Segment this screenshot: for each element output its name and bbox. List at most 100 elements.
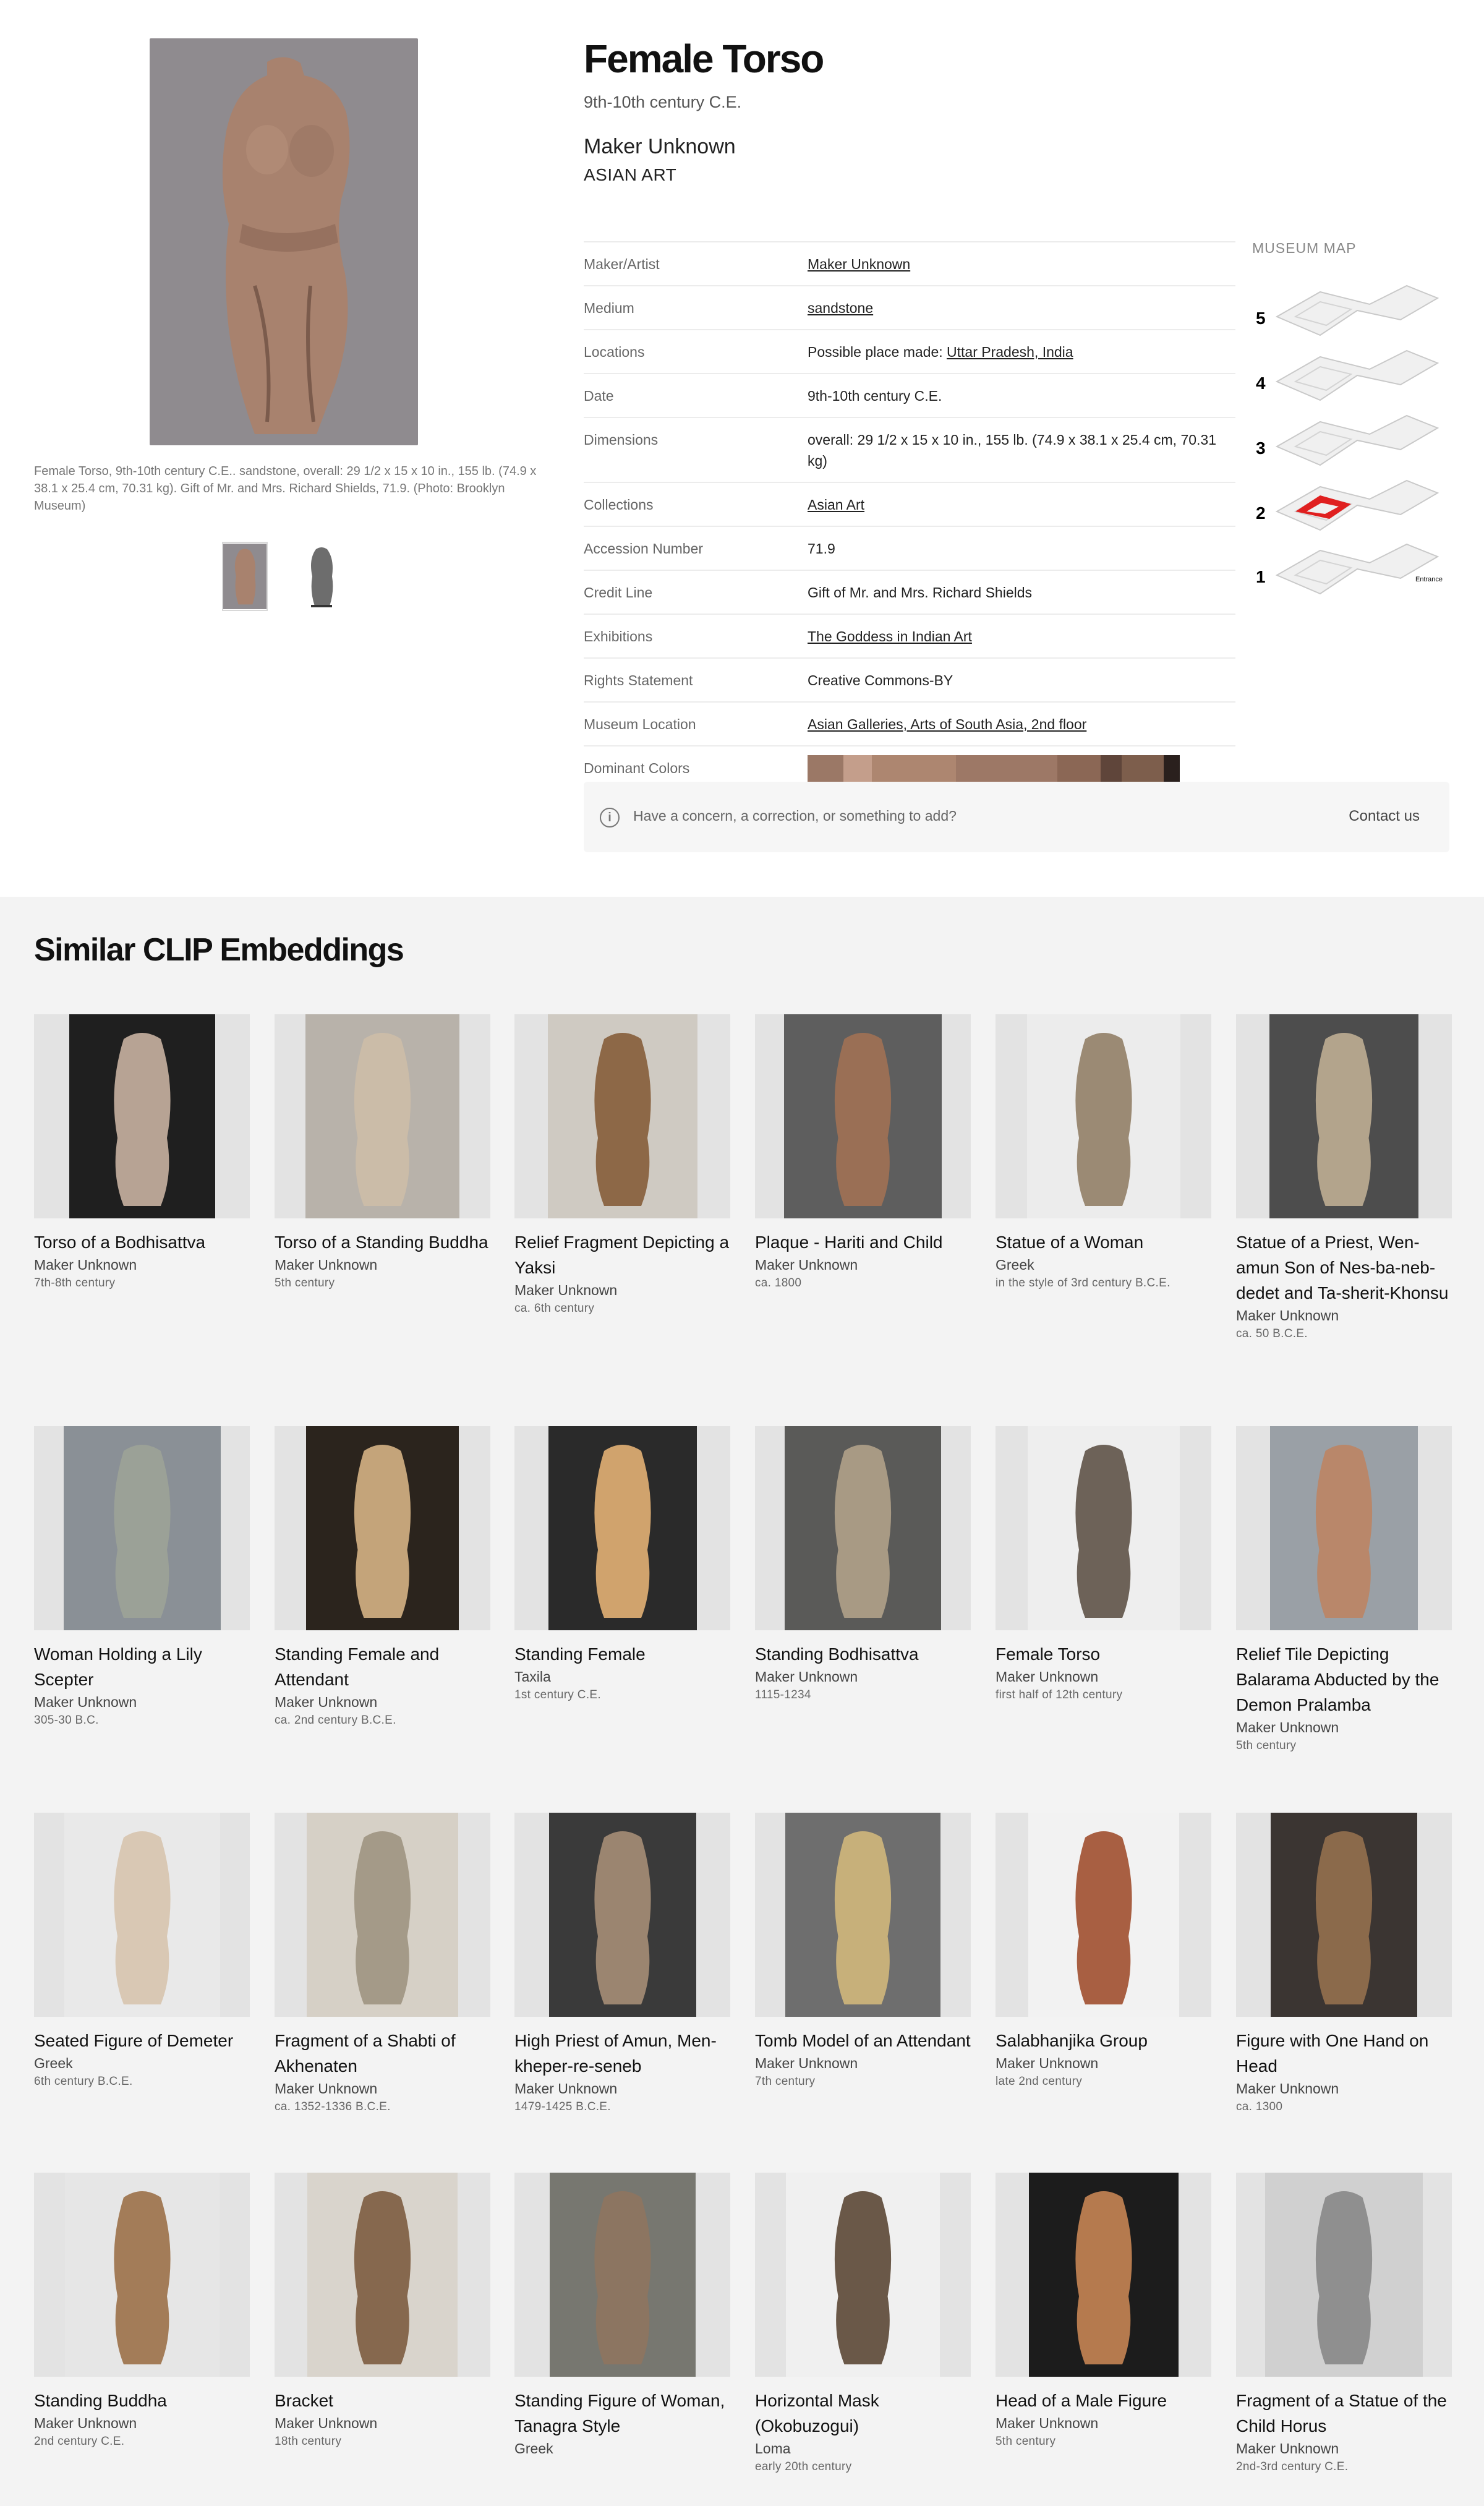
artwork-thumbnail[interactable] [1236,1014,1452,1218]
contact-us-link[interactable]: Contact us [1349,808,1420,825]
card-title[interactable]: Bracket [275,2388,490,2413]
artwork-thumbnail[interactable] [1236,2173,1452,2377]
artwork-thumbnail[interactable] [755,2173,971,2377]
artwork-thumbnail[interactable] [755,1813,971,2017]
artwork-thumbnail[interactable] [514,2173,730,2377]
similar-artwork-card[interactable]: Statue of a Priest, Wen-amun Son of Nes-… [1236,1014,1452,1342]
card-title[interactable]: Woman Holding a Lily Scepter [34,1641,250,1692]
similar-artwork-card[interactable]: Relief Fragment Depicting a Yaksi Maker U… [514,1014,730,1317]
similar-artwork-card[interactable]: Fragment of a Statue of the Child Horus M… [1236,2173,1452,2475]
artwork-thumbnail[interactable] [514,1014,730,1218]
similar-artwork-card[interactable]: Relief Tile Depicting Balarama Abducted … [1236,1426,1452,1754]
similar-artwork-card[interactable]: Salabhanjika Group Maker Unknown late 2nd … [996,1813,1211,2090]
card-title[interactable]: Female Torso [996,1641,1211,1667]
card-title[interactable]: Seated Figure of Demeter [34,2028,250,2053]
card-title[interactable]: Fragment of a Shabti of Akhenaten [275,2028,490,2079]
collection-link[interactable]: Asian Art [808,497,864,513]
rights-value: Creative Commons-BY [808,672,953,688]
artwork-thumbnail[interactable] [755,1426,971,1630]
card-title[interactable]: Horizontal Mask (Okobuzogui) [755,2388,971,2439]
card-title[interactable]: Standing Buddha [34,2388,250,2413]
detail-row-date: Date 9th-10th century C.E. [584,373,1235,417]
card-title[interactable]: Torso of a Standing Buddha [275,1229,490,1255]
museum-location-link[interactable]: Asian Galleries, Arts of South Asia, 2nd… [808,716,1086,732]
artwork-thumbnail[interactable] [996,1813,1211,2017]
card-title[interactable]: Tomb Model of an Attendant [755,2028,971,2053]
similar-artwork-card[interactable]: Woman Holding a Lily Scepter Maker Unknow… [34,1426,250,1729]
artwork-main-image[interactable] [150,38,418,445]
similar-artwork-card[interactable]: Fragment of a Shabti of Akhenaten Maker U… [275,1813,490,2115]
artwork-department: ASIAN ART [584,165,677,184]
artwork-thumbnail[interactable] [275,1426,490,1630]
card-title[interactable]: Fragment of a Statue of the Child Horus [1236,2388,1452,2439]
card-title[interactable]: High Priest of Amun, Men-kheper-re-seneb [514,2028,730,2079]
floor-5[interactable]: 5 [1256,284,1439,336]
similar-artwork-card[interactable]: Standing Buddha Maker Unknown 2nd century … [34,2173,250,2450]
card-title[interactable]: Figure with One Hand on Head [1236,2028,1452,2079]
thumbnail-color[interactable] [222,542,268,611]
card-title[interactable]: Standing Female [514,1641,730,1667]
artwork-thumbnail[interactable] [275,2173,490,2377]
floor-number: 2 [1256,503,1266,523]
artwork-thumbnail[interactable] [1236,1813,1452,2017]
artwork-image [307,2173,458,2377]
artwork-thumbnail[interactable] [514,1813,730,2017]
card-title[interactable]: Plaque - Hariti and Child [755,1229,971,1255]
similar-artwork-card[interactable]: Torso of a Bodhisattva Maker Unknown 7th-8… [34,1014,250,1291]
card-title[interactable]: Relief Tile Depicting Balarama Abducted … [1236,1641,1452,1717]
similar-artwork-card[interactable]: Horizontal Mask (Okobuzogui) Loma early 20… [755,2173,971,2475]
artwork-thumbnail[interactable] [996,1014,1211,1218]
artwork-thumbnail[interactable] [34,1426,250,1630]
similar-artwork-card[interactable]: Tomb Model of an Attendant Maker Unknown 7… [755,1813,971,2090]
artwork-thumbnail[interactable] [1236,1426,1452,1630]
artwork-thumbnail[interactable] [34,1813,250,2017]
card-title[interactable]: Standing Figure of Woman, Tanagra Style [514,2388,730,2439]
floor-2[interactable]: 2 [1256,479,1439,531]
similar-artwork-card[interactable]: Female Torso Maker Unknown first half of 1… [996,1426,1211,1703]
similar-artwork-card[interactable]: Head of a Male Figure Maker Unknown 5th ce… [996,2173,1211,2450]
card-title[interactable]: Head of a Male Figure [996,2388,1211,2413]
detail-label: Maker/Artist [584,256,660,272]
card-title[interactable]: Standing Female and Attendant [275,1641,490,1692]
artwork-thumbnail[interactable] [275,1813,490,2017]
artwork-thumbnail[interactable] [34,1014,250,1218]
floor-1[interactable]: 1 Entrance [1256,543,1443,595]
card-title[interactable]: Relief Fragment Depicting a Yaksi [514,1229,730,1280]
detail-label: Accession Number [584,541,704,557]
artwork-thumbnail[interactable] [755,1014,971,1218]
card-title[interactable]: Statue of a Woman [996,1229,1211,1255]
similar-artwork-card[interactable]: Standing Bodhisattva Maker Unknown 1115-12… [755,1426,971,1703]
thumbnail-grayscale[interactable] [299,542,344,611]
maker-link[interactable]: Maker Unknown [808,256,910,272]
medium-link[interactable]: sandstone [808,300,873,316]
location-link[interactable]: Uttar Pradesh, India [947,344,1073,360]
similar-artwork-card[interactable]: Bracket Maker Unknown 18th century [275,2173,490,2450]
similar-artwork-card[interactable]: Torso of a Standing Buddha Maker Unknown 5… [275,1014,490,1291]
artwork-image [69,1014,215,1218]
similar-artwork-card[interactable]: Standing Figure of Woman, Tanagra Style G… [514,2173,730,2458]
card-maker: Loma [755,2440,791,2457]
similar-artwork-card[interactable]: Standing Female and Attendant Maker Unkno… [275,1426,490,1729]
similar-artwork-card[interactable]: Statue of a Woman Greek in the style of 3r… [996,1014,1211,1291]
artwork-thumbnail[interactable] [514,1426,730,1630]
card-title[interactable]: Standing Bodhisattva [755,1641,971,1667]
floor-4[interactable]: 4 [1256,349,1439,401]
artwork-thumbnail[interactable] [275,1014,490,1218]
similar-artwork-card[interactable]: Figure with One Hand on Head Maker Unknow… [1236,1813,1452,2115]
similar-artwork-card[interactable]: Standing Female Taxila 1st century C.E. [514,1426,730,1703]
floor-3[interactable]: 3 [1256,414,1439,466]
museum-map[interactable]: 5 4 3 2 1 Entrance [1252,272,1450,625]
card-maker: Maker Unknown [996,2415,1099,2431]
card-title[interactable]: Salabhanjika Group [996,2028,1211,2053]
similar-artwork-card[interactable]: Seated Figure of Demeter Greek 6th century… [34,1813,250,2090]
card-title[interactable]: Torso of a Bodhisattva [34,1229,250,1255]
detail-row-credit: Credit Line Gift of Mr. and Mrs. Richard… [584,570,1235,614]
card-title[interactable]: Statue of a Priest, Wen-amun Son of Nes-… [1236,1229,1452,1306]
exhibition-link[interactable]: The Goddess in Indian Art [808,628,972,644]
floor-number: 4 [1256,374,1266,393]
artwork-thumbnail[interactable] [34,2173,250,2377]
similar-artwork-card[interactable]: High Priest of Amun, Men-kheper-re-seneb… [514,1813,730,2115]
artwork-thumbnail[interactable] [996,2173,1211,2377]
artwork-thumbnail[interactable] [996,1426,1211,1630]
similar-artwork-card[interactable]: Plaque - Hariti and Child Maker Unknown ca… [755,1014,971,1291]
